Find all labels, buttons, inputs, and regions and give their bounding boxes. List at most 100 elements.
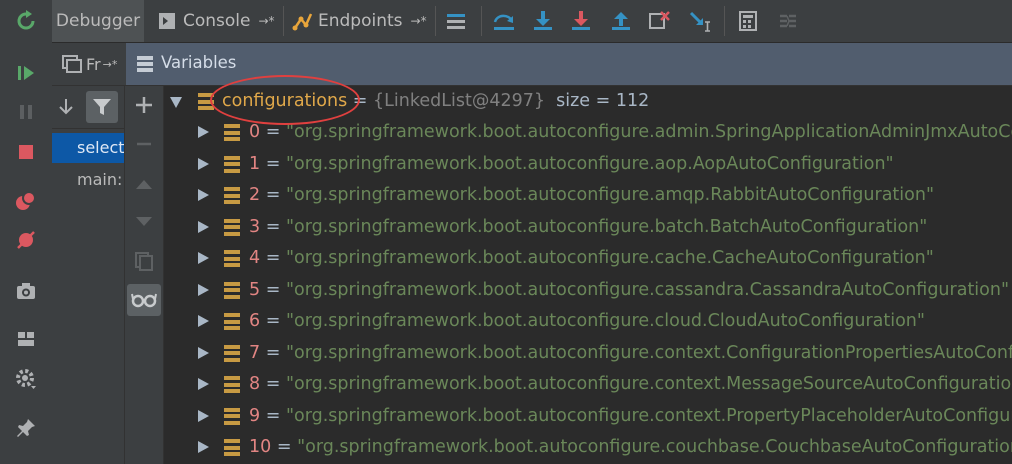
frames-header-pin-icon[interactable]: →* bbox=[103, 58, 118, 71]
tree-item-row[interactable]: 1 = "org.springframework.boot.autoconfig… bbox=[164, 149, 1012, 180]
item-index: 5 bbox=[249, 279, 261, 300]
item-value: "org.springframework.boot.autoconfigure.… bbox=[285, 122, 1012, 142]
step-over-icon[interactable] bbox=[490, 7, 518, 35]
expand-arrow-icon[interactable] bbox=[198, 220, 209, 233]
equals-sign: = bbox=[260, 153, 286, 174]
equals-sign: = bbox=[260, 405, 286, 426]
expand-arrow-icon[interactable] bbox=[198, 157, 209, 170]
tab-console-pin-icon[interactable]: →* bbox=[259, 14, 275, 28]
move-up-icon[interactable] bbox=[130, 170, 158, 198]
frame-item[interactable]: main: bbox=[52, 165, 124, 195]
layout-icon[interactable] bbox=[12, 325, 40, 353]
field-icon bbox=[224, 439, 240, 456]
expand-arrow-icon[interactable] bbox=[198, 409, 209, 422]
tree-item-row[interactable]: 3 = "org.springframework.boot.autoconfig… bbox=[164, 212, 1012, 243]
resume-icon[interactable] bbox=[12, 59, 40, 87]
rerun-icon[interactable] bbox=[12, 7, 40, 35]
toolbar-divider bbox=[481, 6, 482, 36]
tab-endpoints-pin-icon[interactable]: →* bbox=[411, 14, 427, 28]
tree-item-row[interactable]: 8 = "org.springframework.boot.autoconfig… bbox=[164, 369, 1012, 400]
add-watch-icon[interactable] bbox=[130, 91, 158, 119]
expand-arrow-icon[interactable] bbox=[198, 346, 209, 359]
show-watches-glasses-icon[interactable] bbox=[127, 284, 161, 316]
duplicate-watch-icon[interactable] bbox=[130, 247, 158, 275]
move-down-icon[interactable] bbox=[130, 208, 158, 236]
frame-item[interactable]: select bbox=[52, 133, 124, 163]
field-icon bbox=[224, 344, 240, 362]
show-execution-point-icon[interactable] bbox=[442, 7, 470, 35]
filter-icon[interactable] bbox=[86, 91, 118, 123]
tree-item-row[interactable]: 10 = "org.springframework.boot.autoconfi… bbox=[164, 432, 1012, 463]
variable-type: {LinkedList@4297} bbox=[373, 91, 545, 111]
drop-frame-icon[interactable] bbox=[646, 7, 674, 35]
settings-gear-icon[interactable] bbox=[12, 365, 40, 393]
item-value: "org.springframework.boot.autoconfigure.… bbox=[285, 185, 935, 205]
remove-watch-icon[interactable] bbox=[130, 130, 158, 158]
expand-arrow-icon[interactable] bbox=[198, 315, 209, 327]
item-value: "org.springframework.boot.autoconfigure.… bbox=[285, 405, 1012, 426]
tab-debugger[interactable]: Debugger bbox=[52, 0, 144, 42]
item-index: 7 bbox=[249, 342, 261, 363]
frames-toolbar bbox=[52, 86, 124, 129]
item-value: "org.springframework.boot.autoconfigure.… bbox=[285, 248, 934, 268]
debug-actions-strip bbox=[0, 0, 53, 464]
pause-icon[interactable] bbox=[12, 98, 40, 126]
equals-sign: = bbox=[271, 437, 298, 457]
equals-sign: = bbox=[260, 311, 286, 331]
equals-sign: = bbox=[260, 248, 286, 268]
console-icon bbox=[159, 13, 175, 29]
evaluate-expression-icon[interactable] bbox=[734, 7, 762, 35]
item-value: "org.springframework.boot.autoconfigure.… bbox=[297, 437, 1012, 457]
tree-item-row[interactable]: 4 = "org.springframework.boot.autoconfig… bbox=[164, 243, 1012, 274]
collapse-arrow-icon[interactable] bbox=[170, 97, 182, 108]
tree-item-row[interactable]: 2 = "org.springframework.boot.autoconfig… bbox=[164, 180, 1012, 211]
tree-item-row[interactable]: 6 = "org.springframework.boot.autoconfig… bbox=[164, 306, 1012, 337]
field-icon bbox=[224, 313, 240, 330]
tree-item-row[interactable]: 9 = "org.springframework.boot.autoconfig… bbox=[164, 401, 1012, 432]
tab-console-label: Console bbox=[183, 11, 251, 31]
stop-icon[interactable] bbox=[12, 138, 40, 166]
trace-stream-icon[interactable] bbox=[774, 7, 802, 35]
tree-item-row[interactable]: 0 = "org.springframework.boot.autoconfig… bbox=[164, 117, 1012, 148]
pin-icon[interactable] bbox=[12, 414, 40, 442]
frames-header[interactable]: Fr →* bbox=[62, 53, 124, 75]
tree-root-row[interactable]: configurations = {LinkedList@4297} size … bbox=[164, 86, 1012, 117]
endpoints-icon bbox=[292, 13, 313, 31]
step-out-icon[interactable] bbox=[607, 7, 635, 35]
tree-item-row[interactable]: 7 = "org.springframework.boot.autoconfig… bbox=[164, 338, 1012, 369]
run-to-cursor-icon[interactable] bbox=[686, 7, 714, 35]
variable-size: size = 112 bbox=[556, 91, 650, 111]
expand-arrow-icon[interactable] bbox=[198, 126, 209, 138]
expand-arrow-icon[interactable] bbox=[198, 441, 209, 453]
tab-endpoints-label: Endpoints bbox=[318, 11, 403, 31]
equals-sign: = bbox=[260, 342, 286, 363]
item-index: 6 bbox=[249, 311, 261, 331]
mute-breakpoints-icon[interactable] bbox=[12, 226, 40, 254]
tab-console[interactable]: Console →* bbox=[158, 0, 275, 42]
field-icon bbox=[224, 281, 240, 299]
field-icon bbox=[224, 376, 240, 393]
equals-sign: = bbox=[260, 185, 286, 205]
view-breakpoints-icon[interactable] bbox=[12, 187, 40, 215]
expand-arrow-icon[interactable] bbox=[198, 252, 209, 264]
force-step-into-icon[interactable] bbox=[567, 7, 595, 35]
item-value: "org.springframework.boot.autoconfigure.… bbox=[285, 342, 1012, 363]
variables-toolbar bbox=[125, 86, 164, 464]
frames-panel: select main: bbox=[52, 86, 125, 464]
item-index: 8 bbox=[249, 374, 261, 394]
frames-header-label: Fr bbox=[86, 54, 101, 74]
expand-arrow-icon[interactable] bbox=[198, 283, 209, 296]
expand-arrow-icon[interactable] bbox=[198, 378, 209, 390]
toolbar-divider bbox=[283, 6, 284, 36]
item-index: 1 bbox=[249, 153, 261, 174]
tree-item-row[interactable]: 5 = "org.springframework.boot.autoconfig… bbox=[164, 275, 1012, 306]
expand-arrow-icon[interactable] bbox=[198, 189, 209, 201]
frames-icon bbox=[62, 55, 82, 73]
variables-header[interactable]: Variables bbox=[126, 43, 1012, 85]
step-into-icon[interactable] bbox=[529, 7, 557, 35]
arrow-down-icon[interactable] bbox=[55, 94, 77, 120]
camera-icon[interactable] bbox=[12, 277, 40, 305]
tab-endpoints[interactable]: Endpoints →* bbox=[292, 0, 427, 42]
equals-sign: = bbox=[260, 122, 286, 142]
field-icon bbox=[224, 250, 240, 267]
